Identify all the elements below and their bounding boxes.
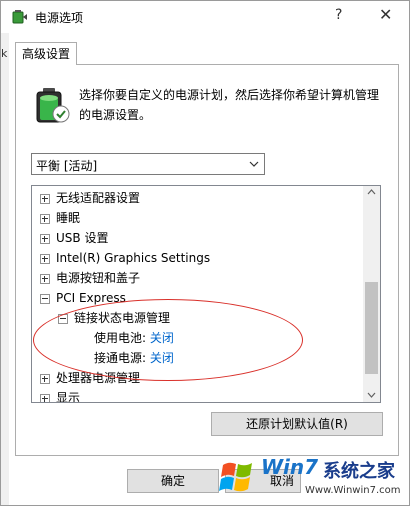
expand-plus-icon[interactable] <box>40 214 50 224</box>
collapse-minus-icon[interactable] <box>40 294 50 304</box>
scroll-up-icon[interactable] <box>367 189 376 195</box>
scrollbar-thumb[interactable] <box>365 282 378 374</box>
title-bar: 电源选项 ? ✕ <box>1 1 409 33</box>
ok-button[interactable]: 确定 <box>127 469 219 493</box>
background-window-text: k <box>1 47 8 60</box>
expand-plus-icon[interactable] <box>40 254 50 264</box>
expand-plus-icon[interactable] <box>40 234 50 244</box>
tab-advanced-settings[interactable]: 高级设置 <box>15 42 77 65</box>
close-button[interactable]: ✕ <box>379 5 392 24</box>
window-title: 电源选项 <box>35 11 84 25</box>
expand-plus-icon[interactable] <box>40 194 50 204</box>
watermark-brand: Win7 <box>261 455 319 479</box>
description-text: 选择你要自定义的电源计划，然后选择你希望计算机管理的电源设置。 <box>79 88 380 122</box>
tree-scrollbar[interactable] <box>363 186 380 402</box>
power-plan-value: 平衡 [活动] <box>36 159 98 173</box>
setting-label: 接通电源: <box>94 351 147 365</box>
collapse-minus-icon[interactable] <box>58 314 68 324</box>
setting-on-battery: 使用电池: 关闭 <box>94 328 174 348</box>
expand-plus-icon[interactable] <box>40 274 50 284</box>
setting-value-link[interactable]: 关闭 <box>150 331 174 345</box>
power-plan-icon <box>12 10 27 24</box>
setting-value-link[interactable]: 关闭 <box>150 351 174 365</box>
windows-flag-icon <box>219 462 252 492</box>
tree-item-label: 电源按钮和盖子 <box>56 271 141 285</box>
tree-item-label: 链接状态电源管理 <box>74 311 171 325</box>
tree-item-label: USB 设置 <box>56 231 109 245</box>
power-plan-dropdown[interactable]: 平衡 [活动] <box>31 153 265 175</box>
settings-tree: 无线适配器设置 睡眠 USB 设置 Intel(R) Graphics Sett… <box>31 185 381 403</box>
tree-item-label: 无线适配器设置 <box>56 191 141 205</box>
watermark-logo: Win7 系统之家 Www.Winwin7.com <box>215 453 410 507</box>
tree-item-label: 处理器电源管理 <box>56 371 141 385</box>
expand-plus-icon[interactable] <box>40 394 50 402</box>
power-options-window: 电源选项 ? ✕ k 高级设置 选择你要自定义的电源计划，然后选择你希望计算机管… <box>0 0 410 506</box>
tree-item-label: 显示 <box>56 391 81 403</box>
restore-defaults-button[interactable]: 还原计划默认值(R) <box>211 412 383 436</box>
help-button[interactable]: ? <box>335 7 342 23</box>
watermark-url: Www.Winwin7.com <box>305 485 401 496</box>
tree-item-label: 睡眠 <box>56 211 81 225</box>
scroll-down-icon[interactable] <box>367 392 376 398</box>
tree-item-label: PCI Express <box>56 291 126 305</box>
setting-plugged-in: 接通电源: 关闭 <box>94 348 174 368</box>
background-window-edge: k <box>1 33 9 505</box>
tree-item-label: Intel(R) Graphics Settings <box>56 251 211 265</box>
setting-label: 使用电池: <box>94 331 147 345</box>
battery-icon <box>36 88 70 123</box>
expand-plus-icon[interactable] <box>40 374 50 384</box>
watermark-cn: 系统之家 <box>323 461 395 482</box>
chevron-down-icon <box>249 161 259 167</box>
